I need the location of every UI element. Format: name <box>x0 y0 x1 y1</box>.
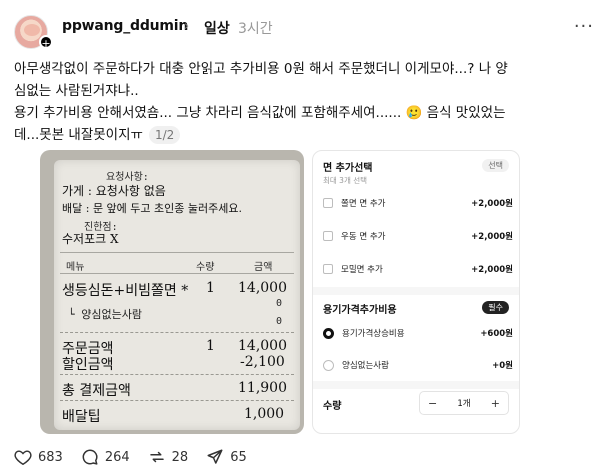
option-price: +2,000원 <box>471 199 513 209</box>
option-price: +2,000원 <box>471 232 513 242</box>
quantity-stepper: − 1개 + <box>419 391 509 415</box>
radio-label: 용기가격상승비용 <box>342 329 405 339</box>
receipt-col-qty: 수량 <box>196 262 215 273</box>
option-row: 모밀면 추가 +2,000원 <box>323 259 513 279</box>
share-button[interactable]: 65 <box>206 448 247 466</box>
post-line-4: 데...못본 내잘못이지ㅠ 1/2 <box>14 124 600 146</box>
radio-price: +0원 <box>492 361 513 371</box>
repost-button[interactable]: 28 <box>148 448 189 466</box>
receipt-pay-total-amount: 11,900 <box>238 380 287 396</box>
receipt-sub-item: └ 양심없는사람 <box>68 308 142 321</box>
option-row: 우동 면 추가 +2,000원 <box>323 226 513 246</box>
more-icon[interactable]: ··· <box>574 16 594 37</box>
receipt-request-label: 요청사항: <box>106 172 149 183</box>
radio-label: 양심없는사람 <box>342 361 389 371</box>
option-label: 우동 면 추가 <box>341 232 386 242</box>
option-title: 면 추가선택 <box>323 163 373 174</box>
receipt-col-menu: 메뉴 <box>66 262 85 273</box>
receipt-photo[interactable]: 요청사항: 가게 : 요청사항 없음 배달 : 문 앞에 두고 초인종 눌러주세… <box>40 150 304 434</box>
option-badge: 선택 <box>482 159 509 172</box>
receipt-utensil-line: 수저포크 X <box>62 232 119 246</box>
receipt-paper: 요청사항: 가게 : 요청사항 없음 배달 : 문 앞에 두고 초인종 눌러주세… <box>54 160 300 430</box>
required-badge: 필수 <box>482 301 509 314</box>
heart-icon <box>14 450 32 465</box>
radio-row: 용기가격상승비용 +600원 <box>323 323 513 343</box>
receipt-store-line: 가게 : 요청사항 없음 <box>62 184 166 198</box>
share-count: 65 <box>230 449 247 465</box>
option-row: 쫄면 면 추가 +2,000원 <box>323 193 513 213</box>
section2-title: 용기가격추가비용 <box>323 305 397 316</box>
option-screenshot[interactable]: 면 추가선택 선택 최대 3개 선택 쫄면 면 추가 +2,000원 우동 면 … <box>312 150 520 434</box>
option-label: 모밀면 추가 <box>341 265 383 275</box>
minus-icon: − <box>428 396 438 410</box>
receipt-order-total-amount: 14,000 <box>238 338 287 354</box>
post-line-3: 용기 추가비용 안해서였숌... 그냥 차라리 음식값에 포함해주세여.....… <box>14 105 506 121</box>
option-label: 쫄면 면 추가 <box>341 199 386 209</box>
receipt-tip-label: 배달팁 <box>62 409 101 425</box>
topic-tag[interactable]: 일상 <box>204 18 230 38</box>
post-time: 3시간 <box>238 21 273 37</box>
like-button[interactable]: 683 <box>14 449 63 465</box>
receipt-discount-label: 할인금액 <box>62 357 114 373</box>
image-pager: 1/2 <box>148 126 181 144</box>
quantity-value: 1개 <box>457 399 471 409</box>
checkbox-icon <box>323 264 333 274</box>
section-divider <box>313 287 519 295</box>
radio-empty-icon <box>323 359 334 371</box>
radio-selected-icon <box>323 327 334 339</box>
repost-icon <box>149 451 164 463</box>
post-line-4-text: 데...못본 내잘못이지ㅠ <box>14 127 143 143</box>
repost-count: 28 <box>171 449 189 465</box>
receipt-tip-amount: 1,000 <box>244 406 285 422</box>
receipt-order-total-qty: 1 <box>206 338 215 354</box>
option-price: +2,000원 <box>471 265 513 275</box>
receipt-discount-amount: -2,100 <box>240 354 285 370</box>
like-count: 683 <box>38 449 63 465</box>
radio-price: +600원 <box>480 329 513 339</box>
section-divider <box>313 381 519 389</box>
follow-plus-icon[interactable]: + <box>39 35 53 50</box>
quantity-label: 수량 <box>323 401 342 412</box>
radio-row: 양심없는사람 +0원 <box>323 355 513 375</box>
comment-icon <box>82 449 98 465</box>
receipt-item-zero: 0 <box>276 298 283 309</box>
username[interactable]: ppwang_ddumin <box>62 18 188 34</box>
send-icon <box>207 449 223 464</box>
receipt-item-name: 생등심돈+비빔쫄면 * <box>62 283 189 299</box>
action-bar: 683 264 28 65 <box>14 446 265 468</box>
receipt-col-amount: 금액 <box>254 262 273 273</box>
plus-icon: + <box>490 396 500 410</box>
receipt-sub-zero: 0 <box>276 316 283 327</box>
checkbox-icon <box>323 198 333 208</box>
option-subtitle: 최대 3개 선택 <box>323 176 368 185</box>
comment-button[interactable]: 264 <box>81 448 130 466</box>
post-line-2: 심없는 사람된거쟈냐.. <box>14 83 139 99</box>
post-line-1: 아무생각없이 주문하다가 대충 안읽고 추가비용 0원 해서 주문했더니 이게모… <box>14 61 508 77</box>
receipt-item-qty: 1 <box>206 280 215 296</box>
post-body: 아무생각없이 주문하다가 대충 안읽고 추가비용 0원 해서 주문했더니 이게모… <box>14 58 600 146</box>
chevron-right-icon: › <box>184 19 190 34</box>
receipt-pay-total-label: 총 결제금액 <box>62 383 131 399</box>
receipt-item-amount: 14,000 <box>238 280 287 296</box>
checkbox-icon <box>323 231 333 241</box>
comment-count: 264 <box>104 449 130 465</box>
receipt-delivery-line: 배달 : 문 앞에 두고 초인종 눌러주세요. <box>62 202 242 215</box>
